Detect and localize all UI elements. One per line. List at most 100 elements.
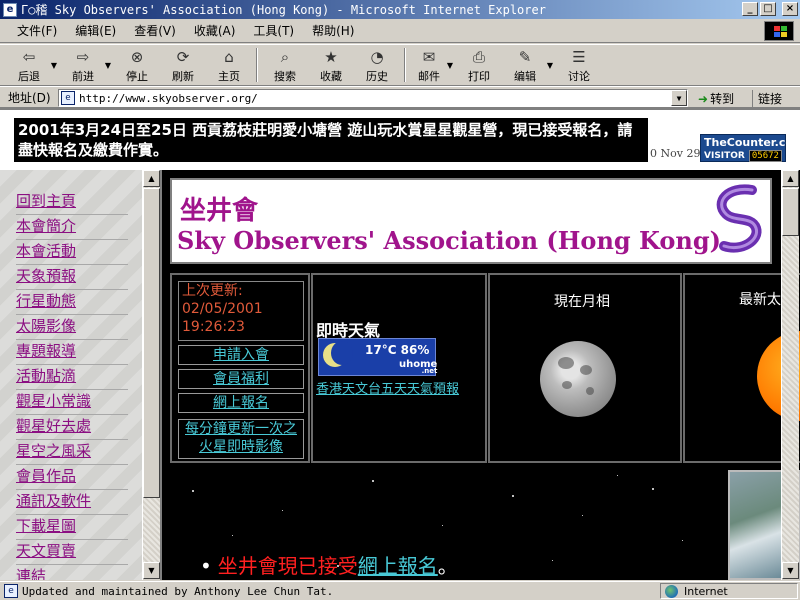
menu-file[interactable]: 文件(F) <box>8 20 66 41</box>
status-page-icon: e <box>4 584 18 598</box>
join-membership-link[interactable]: 申請入會 <box>178 345 304 365</box>
back-arrow-icon: ⇦ <box>22 47 36 66</box>
stop-button[interactable]: ⊗ 停止 <box>114 45 160 85</box>
notice-registration-link[interactable]: 網上報名 <box>358 554 438 578</box>
banner-frame: 2001年3月24日至25日 西貢荔枝莊明愛小塘營 遊山玩水賞星星觀星營，現已接… <box>0 108 800 170</box>
latest-sun-title: 最新太 <box>739 292 781 308</box>
go-button[interactable]: ➜ 转到 <box>698 90 734 107</box>
scroll-up-icon[interactable]: ▲ <box>143 170 160 187</box>
windows-logo-icon <box>764 21 794 41</box>
menu-view[interactable]: 查看(V) <box>125 20 185 41</box>
nav-item-star-charts[interactable]: 下載星圖 <box>16 515 128 540</box>
nav-item-sky-forecast[interactable]: 天象預報 <box>16 265 128 290</box>
nav-item-event-photos[interactable]: 活動點滴 <box>16 365 128 390</box>
nav-item-home[interactable]: 回到主頁 <box>16 190 128 215</box>
member-benefits-link[interactable]: 會員福利 <box>178 369 304 389</box>
edit-dropdown-icon[interactable]: ▼ <box>544 61 556 70</box>
toolbar-separator <box>256 48 258 82</box>
home-button[interactable]: ⌂ 主页 <box>206 45 252 85</box>
favorites-button[interactable]: ★ 收藏 <box>308 45 354 85</box>
nav-item-planets[interactable]: 行星動態 <box>16 290 128 315</box>
announcement-text: 2001年3月24日至25日 西貢荔枝莊明愛小塘營 遊山玩水賞星星觀星營，現已接… <box>14 118 648 162</box>
nav-item-stargazing-tips[interactable]: 觀星小常識 <box>16 390 128 415</box>
main-scroll-down-icon[interactable]: ▼ <box>782 562 799 579</box>
main-scrollbar[interactable]: ▲ ▼ <box>781 170 799 580</box>
window-controls: _ □ × <box>742 2 798 16</box>
history-button[interactable]: ◔ 历史 <box>354 45 400 85</box>
refresh-button[interactable]: ⟳ 刷新 <box>160 45 206 85</box>
visitor-counter[interactable]: TheCounter.com VISITOR 05672 <box>700 134 800 162</box>
title-bar: e Γ○稽 Sky Observers' Association (Hong K… <box>0 0 800 19</box>
forward-button[interactable]: ⇨ 前进 <box>60 45 106 85</box>
close-button[interactable]: × <box>782 2 798 16</box>
internet-globe-icon <box>665 584 678 598</box>
mars-live-image-link[interactable]: 每分鐘更新一次之火星即時影像 <box>178 419 304 459</box>
site-header: 坐井會 Sky Observers' Association (Hong Kon… <box>170 178 772 264</box>
forward-arrow-icon: ⇨ <box>76 47 90 66</box>
forward-dropdown-icon[interactable]: ▼ <box>102 61 114 70</box>
search-button[interactable]: ⌕ 搜索 <box>262 45 308 85</box>
printer-icon: ⎙ <box>472 47 485 66</box>
nav-item-stargazing-spots[interactable]: 觀星好去處 <box>16 415 128 440</box>
registration-notice: • 坐井會現已接受網上報名。 <box>200 554 458 578</box>
history-icon: ◔ <box>370 47 384 66</box>
nav-item-features[interactable]: 專題報導 <box>16 340 128 365</box>
nav-item-sky-gallery[interactable]: 星空之風采 <box>16 440 128 465</box>
menu-edit[interactable]: 编辑(E) <box>66 20 125 41</box>
forecast-link[interactable]: 香港天文台五天天氣預報 <box>316 383 486 397</box>
address-bar: 地址(D) e http://www.skyobserver.org/ ▼ ➜ 转… <box>0 86 800 108</box>
mail-button[interactable]: ✉ 邮件 <box>410 45 448 85</box>
moon-phase-title: 現在月相 <box>554 294 610 310</box>
minimize-button[interactable]: _ <box>742 2 758 16</box>
nav-item-trading[interactable]: 天文買賣 <box>16 540 128 565</box>
links-button[interactable]: 链接 <box>752 90 782 107</box>
discuss-icon: ☰ <box>572 47 586 66</box>
main-scroll-up-icon[interactable]: ▲ <box>782 170 799 187</box>
edit-icon: ✎ <box>518 47 532 66</box>
menu-favorites[interactable]: 收藏(A) <box>185 20 245 41</box>
weather-panel: 即時天氣 17°C 86% uhome .net 香港天文台五天天氣預報 <box>311 273 487 463</box>
weather-widget[interactable]: 17°C 86% uhome .net <box>318 338 438 376</box>
address-label: 地址(D) <box>8 90 51 105</box>
weather-brand: uhome .net <box>399 359 438 375</box>
nav-item-about[interactable]: 本會簡介 <box>16 215 128 240</box>
last-updated: 上次更新: 02/05/2001 19:26:23 <box>178 281 304 341</box>
main-scroll-track[interactable] <box>782 187 799 562</box>
main-scroll-thumb[interactable] <box>782 188 799 236</box>
zone-label: Internet <box>684 584 728 598</box>
favorites-folder-icon: ★ <box>324 47 338 66</box>
address-url[interactable]: http://www.skyobserver.org/ <box>79 92 258 105</box>
online-registration-link[interactable]: 網上報名 <box>178 393 304 413</box>
address-input[interactable]: e http://www.skyobserver.org/ ▼ <box>58 89 688 107</box>
crescent-moon-icon <box>323 341 353 367</box>
nav-item-links[interactable]: 連結 <box>16 565 128 580</box>
print-button[interactable]: ⎙ 打印 <box>456 45 502 85</box>
date-ticker: 0 Nov 29 <box>650 147 701 160</box>
nav-scrollbar[interactable]: ▲ ▼ <box>142 170 160 580</box>
address-dropdown-icon[interactable]: ▼ <box>671 90 687 106</box>
mail-dropdown-icon[interactable]: ▼ <box>444 61 456 70</box>
scroll-down-icon[interactable]: ▼ <box>143 562 160 579</box>
weather-reading: 17°C 86% <box>365 343 430 357</box>
nav-item-member-works[interactable]: 會員作品 <box>16 465 128 490</box>
back-button[interactable]: ⇦ 后退 <box>6 45 52 85</box>
nav-item-solar-images[interactable]: 太陽影像 <box>16 315 128 340</box>
back-dropdown-icon[interactable]: ▼ <box>48 61 60 70</box>
stop-icon: ⊗ <box>130 47 144 66</box>
nav-item-activities[interactable]: 本會活動 <box>16 240 128 265</box>
scroll-thumb[interactable] <box>143 188 160 498</box>
menu-bar: 文件(F) 编辑(E) 查看(V) 收藏(A) 工具(T) 帮助(H) <box>0 19 800 43</box>
maximize-button[interactable]: □ <box>760 2 776 16</box>
menu-tools[interactable]: 工具(T) <box>244 20 303 41</box>
edit-button[interactable]: ✎ 编辑 <box>502 45 548 85</box>
counter-brand: TheCounter.com <box>704 136 800 149</box>
discuss-button[interactable]: ☰ 讨论 <box>556 45 602 85</box>
update-date: 02/05/2001 <box>182 301 263 317</box>
toolbar: ⇦ 后退 ▼ ⇨ 前进 ▼ ⊗ 停止 ⟳ 刷新 ⌂ 主页 ⌕ 搜索 ★ 收藏 ◔… <box>0 44 800 86</box>
ie-icon: e <box>3 2 17 17</box>
notice-bullet: • <box>200 554 212 578</box>
site-title-english: Sky Observers' Association (Hong Kong) <box>177 226 721 255</box>
menu-help[interactable]: 帮助(H) <box>303 20 363 41</box>
nav-item-newsletter-software[interactable]: 通訊及軟件 <box>16 490 128 515</box>
counter-visitor-label: VISITOR <box>704 151 745 161</box>
